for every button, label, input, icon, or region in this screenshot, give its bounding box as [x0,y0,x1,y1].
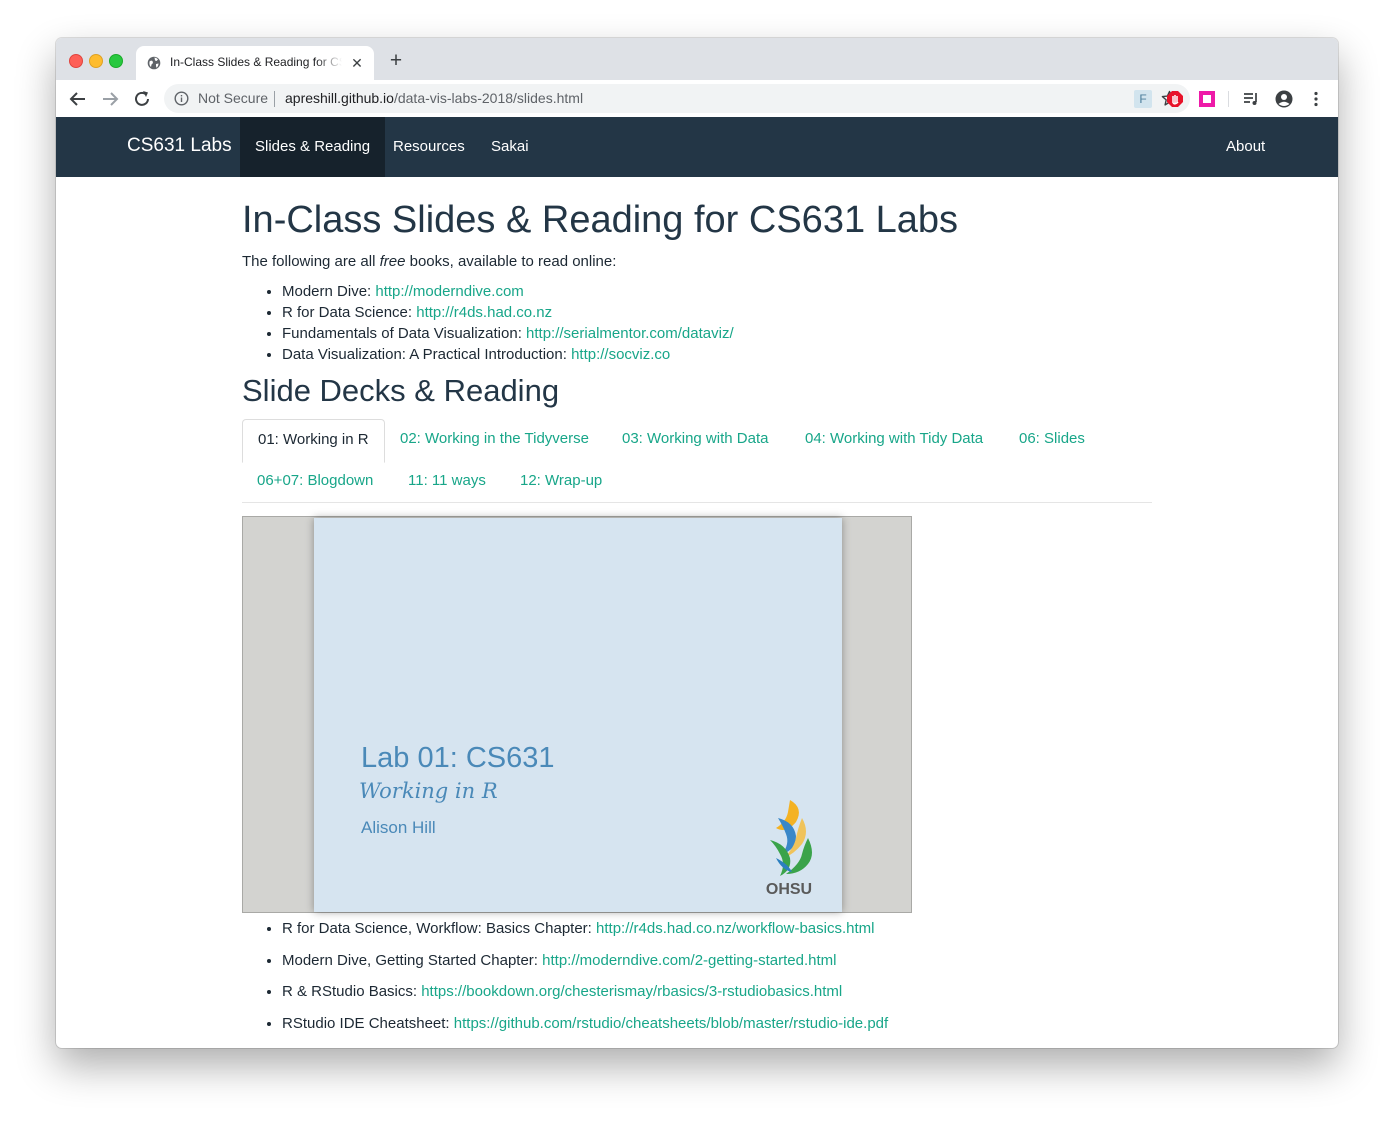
f-extension-icon[interactable]: F [1134,90,1152,108]
slide-preview: Lab 01: CS631 Working in R Alison Hill O… [314,518,842,912]
window-maximize-button[interactable] [109,54,123,68]
book-label: Fundamentals of Data Visualization: [282,325,527,342]
tab-11-11-ways[interactable]: 11: 11 ways [393,461,501,501]
slide-subtitle: Working in R [359,779,498,803]
tab-close-icon[interactable]: ✕ [348,54,366,72]
nav-item-about[interactable]: About [1226,117,1265,177]
book-link[interactable]: http://r4ds.had.co.nz [416,304,552,321]
book-list: Modern Dive: http://moderndive.com R for… [262,281,734,365]
reload-icon[interactable] [131,88,153,110]
book-label: R for Data Science: [282,304,417,321]
tab-02-working-in-tidyverse[interactable]: 02: Working in the Tidyverse [385,419,604,459]
section-title: Slide Decks & Reading [242,373,560,408]
reading-label: Modern Dive, Getting Started Chapter: [282,951,543,969]
intro-text: The following are all free books, availa… [242,253,616,270]
book-label: Data Visualization: A Practical Introduc… [282,346,572,363]
browser-window: In-Class Slides & Reading for CS631 Labs… [56,38,1338,1048]
media-queue-icon[interactable] [1242,90,1260,108]
reading-link[interactable]: https://bookdown.org/chesterismay/rbasic… [421,983,842,1000]
list-item: Data Visualization: A Practical Introduc… [282,344,734,365]
globe-icon [147,56,161,70]
reading-label: R & RStudio Basics: [282,983,422,1000]
tab-06-07-blogdown[interactable]: 06+07: Blogdown [242,461,388,501]
tab-title: In-Class Slides & Reading for CS631 Labs [170,55,342,69]
back-arrow-icon[interactable] [67,88,89,110]
reading-link[interactable]: http://r4ds.had.co.nz/workflow-basics.ht… [596,920,874,937]
address-bar[interactable]: Not Secure apreshill.github.io/data-vis-… [164,84,1190,113]
reading-label: R for Data Science, Workflow: Basics Cha… [282,920,597,937]
nav-item-slides-reading[interactable]: Slides & Reading [240,117,386,177]
url-host: apreshill.github.io [285,90,394,106]
new-tab-button[interactable]: + [386,50,406,72]
browser-toolbar: Not Secure apreshill.github.io/data-vis-… [56,80,1338,118]
intro-emphasis: free [379,253,406,270]
slide-embed[interactable]: Lab 01: CS631 Working in R Alison Hill O… [242,516,912,913]
book-link[interactable]: http://moderndive.com [375,283,523,300]
forward-arrow-icon[interactable] [99,88,121,110]
tab-03-working-with-data[interactable]: 03: Working with Data [607,419,783,459]
site-navbar: CS631 Labs Slides & Reading Resources Sa… [56,117,1338,177]
tab-04-working-with-tidy-data[interactable]: 04: Working with Tidy Data [790,419,998,459]
ohsu-logo-text: OHSU [766,881,812,898]
list-item: R for Data Science: http://r4ds.had.co.n… [282,302,734,323]
book-link[interactable]: http://serialmentor.com/dataviz/ [526,325,734,342]
list-item: R for Data Science, Workflow: Basics Cha… [282,918,888,939]
slide-deck-tabs: 01: Working in R 02: Working in the Tidy… [242,419,1152,503]
reading-list: R for Data Science, Workflow: Basics Cha… [262,918,888,1044]
browser-tab[interactable]: In-Class Slides & Reading for CS631 Labs… [136,46,374,80]
account-icon[interactable] [1275,90,1293,108]
list-item: Modern Dive: http://moderndive.com [282,281,734,302]
window-close-button[interactable] [69,54,83,68]
intro-before: The following are all [242,253,380,270]
reading-link[interactable]: http://moderndive.com/2-getting-started.… [542,952,836,969]
book-label: Modern Dive: [282,283,376,300]
omnibox-divider [274,91,275,107]
reading-link[interactable]: https://github.com/rstudio/cheatsheets/b… [454,1015,888,1032]
nav-item-resources[interactable]: Resources [393,117,465,177]
book-link[interactable]: http://socviz.co [571,346,670,363]
square-extension-icon[interactable] [1198,90,1216,108]
navbar-brand[interactable]: CS631 Labs [127,135,232,157]
list-item: R & RStudio Basics: https://bookdown.org… [282,981,888,1002]
ohsu-logo: OHSU [766,800,812,898]
list-item: Fundamentals of Data Visualization: http… [282,323,734,344]
tab-01-working-in-r[interactable]: 01: Working in R [242,419,385,463]
tab-06-slides[interactable]: 06: Slides [1004,419,1100,459]
slide-author: Alison Hill [361,818,436,837]
security-label[interactable]: Not Secure [198,90,268,106]
nav-item-sakai[interactable]: Sakai [491,117,529,177]
url-path: /data-vis-labs-2018/slides.html [393,90,584,106]
window-minimize-button[interactable] [89,54,103,68]
reading-label: RStudio IDE Cheatsheet: [282,1014,454,1032]
tab-strip: In-Class Slides & Reading for CS631 Labs… [56,38,1338,80]
list-item: RStudio IDE Cheatsheet: https://github.c… [282,1013,888,1034]
stop-hand-icon[interactable] [1166,90,1184,108]
intro-after: books, available to read online: [405,253,617,270]
list-item: Modern Dive, Getting Started Chapter: ht… [282,950,888,971]
page-title: In-Class Slides & Reading for CS631 Labs [242,199,959,241]
url-text[interactable]: apreshill.github.io/data-vis-labs-2018/s… [285,90,583,106]
toolbar-divider [1228,91,1229,107]
tab-12-wrap-up[interactable]: 12: Wrap-up [505,461,617,501]
more-vert-icon[interactable] [1307,90,1325,108]
info-icon[interactable] [174,91,189,106]
slide-title: Lab 01: CS631 [361,742,555,774]
